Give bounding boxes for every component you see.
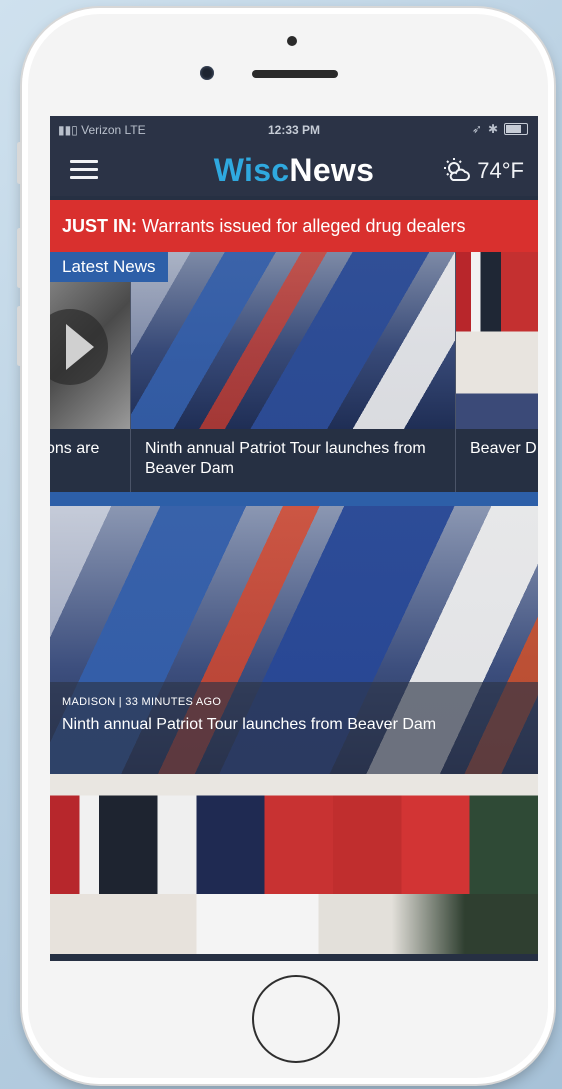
temperature-label: 74°F [477,158,524,183]
featured-title[interactable]: Ninth annual Patriot Tour launches from … [62,716,526,734]
group-photo-front-row [50,894,538,954]
home-button[interactable] [252,975,340,1063]
partly-sunny-icon [444,158,471,181]
logo-news: News [289,152,375,188]
card-caption: Ninth annual Patriot Tour launches from … [131,429,455,492]
featured-story[interactable]: MADISON | 33 MINUTES AGO Ninth annual Pa… [50,506,538,774]
featured-overlay: MADISON | 33 MINUTES AGO Ninth annual Pa… [50,682,538,774]
volume-down-button [17,306,22,366]
breaking-label: JUST IN: [62,216,138,236]
bluetooth-icon: ✱ [487,122,498,136]
card-image [456,252,538,429]
mute-switch [17,142,22,184]
card-caption: Beaver D Memoria [456,429,538,492]
app-header: WiscNews 74°F [50,144,538,196]
latest-news-tab: Latest News [50,252,168,282]
news-card[interactable]: Ninth annual Patriot Tour launches from … [131,252,456,492]
group-photo-story[interactable] [50,774,538,954]
news-card[interactable]: ons are [50,252,131,492]
breaking-headline: Warrants issued for alleged drug dealers [142,216,466,236]
featured-meta: MADISON | 33 MINUTES AGO [62,696,222,708]
card-caption: ons are [50,429,130,492]
status-icons: ➶ ✱ [472,122,528,136]
logo-wisc: Wisc [213,152,290,188]
earpiece-speaker [252,70,338,78]
weather-widget[interactable]: 74°F [441,156,524,186]
section-divider [50,492,538,506]
status-bar: ▮▮▯ Verizon LTE 12:33 PM ➶ ✱ [50,116,538,144]
battery-icon [504,123,528,135]
latest-news-carousel[interactable]: Latest News ons are Ninth annual Patriot… [50,252,538,492]
front-sensor [287,36,297,46]
app-screen: ▮▮▯ Verizon LTE 12:33 PM ➶ ✱ WiscNews 74… [50,116,538,961]
front-camera [200,66,214,80]
card-image [131,252,455,429]
breaking-news-banner[interactable]: JUST IN: Warrants issued for alleged dru… [50,200,538,252]
volume-up-button [17,228,22,288]
location-icon: ➶ [471,122,482,136]
status-time: 12:33 PM [267,123,321,137]
news-card[interactable]: Beaver D Memoria [456,252,538,492]
